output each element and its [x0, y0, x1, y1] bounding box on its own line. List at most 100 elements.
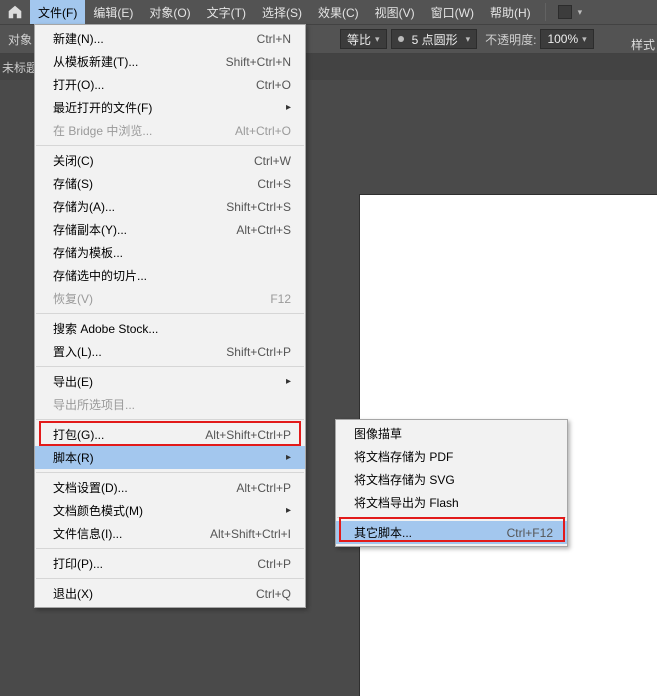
menu-item-label: 文档设置(D)...	[53, 479, 128, 496]
chevron-down-icon: ▾	[466, 34, 471, 45]
file-menu-item[interactable]: 导出(E)▸	[35, 370, 305, 393]
file-menu-item[interactable]: 从模板新建(T)...Shift+Ctrl+N	[35, 50, 305, 73]
menu-item-label: 存储为模板...	[53, 244, 123, 261]
chevron-right-icon: ▸	[286, 102, 291, 113]
file-menu-item: 恢复(V) F12	[35, 287, 305, 310]
menu-file[interactable]: 文件(F)	[30, 0, 85, 24]
menu-item-label: 打包(G)...	[53, 426, 104, 443]
file-menu-item[interactable]: 文档颜色模式(M) ▸	[35, 499, 305, 522]
style-panel-label[interactable]: 样式	[631, 36, 655, 53]
opacity-value: 100%	[547, 32, 578, 46]
menu-item-shortcut: Alt+Ctrl+S	[236, 223, 291, 237]
menu-effect[interactable]: 效果(C)	[310, 0, 367, 24]
scripts-submenu-item[interactable]: 其它脚本... Ctrl+F12	[336, 521, 567, 544]
menu-item-shortcut: Alt+Ctrl+O	[235, 124, 291, 138]
menu-item-shortcut: Alt+Shift+Ctrl+I	[210, 527, 291, 541]
file-menu-item[interactable]: 置入(L)...Shift+Ctrl+P	[35, 340, 305, 363]
menu-separator	[36, 366, 304, 367]
home-icon[interactable]	[6, 3, 24, 21]
menu-item-label: 将文档导出为 Flash	[354, 494, 459, 511]
menu-item-label: 最近打开的文件(F)	[53, 99, 152, 116]
scripts-submenu-item[interactable]: 将文档存储为 PDF	[336, 445, 567, 468]
scripts-submenu-item[interactable]: 图像描草	[336, 422, 567, 445]
file-menu-item[interactable]: 存储(S) Ctrl+S	[35, 172, 305, 195]
menu-item-label: 文档颜色模式(M)	[53, 502, 143, 519]
file-menu-item[interactable]: 打印(P)... Ctrl+P	[35, 552, 305, 575]
menu-view[interactable]: 视图(V)	[367, 0, 423, 24]
menu-item-shortcut: Shift+Ctrl+S	[226, 200, 291, 214]
file-menu-item[interactable]: 脚本(R) ▸	[35, 446, 305, 469]
file-menu-item[interactable]: 打包(G)... Alt+Shift+Ctrl+P	[35, 423, 305, 446]
file-menu-item[interactable]: 存储为(A)... Shift+Ctrl+S	[35, 195, 305, 218]
menu-item-label: 导出所选项目...	[53, 396, 135, 413]
file-menu-item: 在 Bridge 中浏览... Alt+Ctrl+O	[35, 119, 305, 142]
menu-separator	[36, 145, 304, 146]
opacity-label: 不透明度:	[485, 31, 536, 48]
scripts-submenu-item[interactable]: 将文档存储为 SVG	[336, 468, 567, 491]
menu-select[interactable]: 选择(S)	[254, 0, 310, 24]
file-menu-item[interactable]: 存储为模板...	[35, 241, 305, 264]
menu-item-label: 其它脚本...	[354, 524, 412, 541]
opacity-field[interactable]: 100% ▾	[540, 29, 593, 49]
stroke-profile-value: 5 点圆形	[412, 31, 458, 48]
menu-item-label: 存储(S)	[53, 175, 93, 192]
chevron-right-icon: ▸	[286, 376, 291, 387]
chevron-right-icon: ▸	[286, 505, 291, 516]
menu-item-label: 恢复(V)	[53, 290, 93, 307]
menu-edit[interactable]: 编辑(E)	[85, 0, 141, 24]
file-menu-item[interactable]: 退出(X) Ctrl+Q	[35, 582, 305, 605]
dot-icon	[398, 36, 404, 42]
layout-icon[interactable]	[558, 5, 572, 19]
scripts-submenu-item[interactable]: 将文档导出为 Flash	[336, 491, 567, 514]
menu-item-label: 搜索 Adobe Stock...	[53, 320, 158, 337]
menu-separator	[36, 313, 304, 314]
tabbar-prefix: 未标题	[2, 59, 38, 76]
menu-item-label: 存储副本(Y)...	[53, 221, 127, 238]
menu-item-label: 在 Bridge 中浏览...	[53, 122, 152, 139]
menu-help[interactable]: 帮助(H)	[482, 0, 539, 24]
menu-item-shortcut: Ctrl+P	[257, 557, 291, 571]
menu-item-label: 打印(P)...	[53, 555, 103, 572]
menu-item-label: 置入(L)...	[53, 343, 102, 360]
file-menu-item[interactable]: 存储选中的切片...	[35, 264, 305, 287]
menu-item-label: 脚本(R)	[53, 449, 94, 466]
toolbar-left-label: 对象	[8, 31, 32, 48]
file-menu-item[interactable]: 存储副本(Y)... Alt+Ctrl+S	[35, 218, 305, 241]
menu-item-shortcut: Alt+Shift+Ctrl+P	[205, 428, 291, 442]
file-menu-item[interactable]: 文件信息(I)... Alt+Shift+Ctrl+I	[35, 522, 305, 545]
menu-item-shortcut: Alt+Ctrl+P	[236, 481, 291, 495]
proportion-dropdown[interactable]: 等比 ▾	[340, 29, 387, 49]
file-menu-item: 导出所选项目...	[35, 393, 305, 416]
menu-item-label: 从模板新建(T)...	[53, 53, 138, 70]
menu-item-label: 图像描草	[354, 425, 402, 442]
stroke-profile-dropdown[interactable]: 5 点圆形 ▾	[391, 29, 478, 49]
menu-window[interactable]: 窗口(W)	[423, 0, 482, 24]
menu-item-shortcut: F12	[270, 292, 291, 306]
chevron-right-icon: ▸	[286, 452, 291, 463]
file-menu-item[interactable]: 文档设置(D)... Alt+Ctrl+P	[35, 476, 305, 499]
proportion-value: 等比	[347, 31, 371, 48]
chevron-down-icon[interactable]: ▾	[578, 7, 583, 18]
menu-item-shortcut: Ctrl+S	[257, 177, 291, 191]
menu-item-label: 关闭(C)	[53, 152, 94, 169]
menu-item-shortcut: Ctrl+F12	[507, 526, 553, 540]
menu-type[interactable]: 文字(T)	[199, 0, 254, 24]
menu-item-label: 存储选中的切片...	[53, 267, 147, 284]
menu-item-shortcut: Ctrl+O	[256, 78, 291, 92]
menu-item-label: 打开(O)...	[53, 76, 104, 93]
chevron-down-icon: ▾	[375, 34, 380, 45]
menu-item-label: 退出(X)	[53, 585, 93, 602]
file-menu-item[interactable]: 打开(O)... Ctrl+O	[35, 73, 305, 96]
menubar: 文件(F) 编辑(E) 对象(O) 文字(T) 选择(S) 效果(C) 视图(V…	[0, 0, 657, 24]
menu-item-label: 文件信息(I)...	[53, 525, 122, 542]
file-menu-item[interactable]: 搜索 Adobe Stock...	[35, 317, 305, 340]
file-menu-item[interactable]: 最近打开的文件(F) ▸	[35, 96, 305, 119]
menubar-extra: ▾	[552, 0, 583, 24]
menu-object[interactable]: 对象(O)	[141, 0, 198, 24]
menu-item-shortcut: Ctrl+N	[257, 32, 291, 46]
menu-item-label: 存储为(A)...	[53, 198, 115, 215]
menu-item-label: 将文档存储为 PDF	[354, 448, 453, 465]
menu-item-shortcut: Ctrl+Q	[256, 587, 291, 601]
file-menu-item[interactable]: 关闭(C)Ctrl+W	[35, 149, 305, 172]
file-menu-item[interactable]: 新建(N)...Ctrl+N	[35, 27, 305, 50]
